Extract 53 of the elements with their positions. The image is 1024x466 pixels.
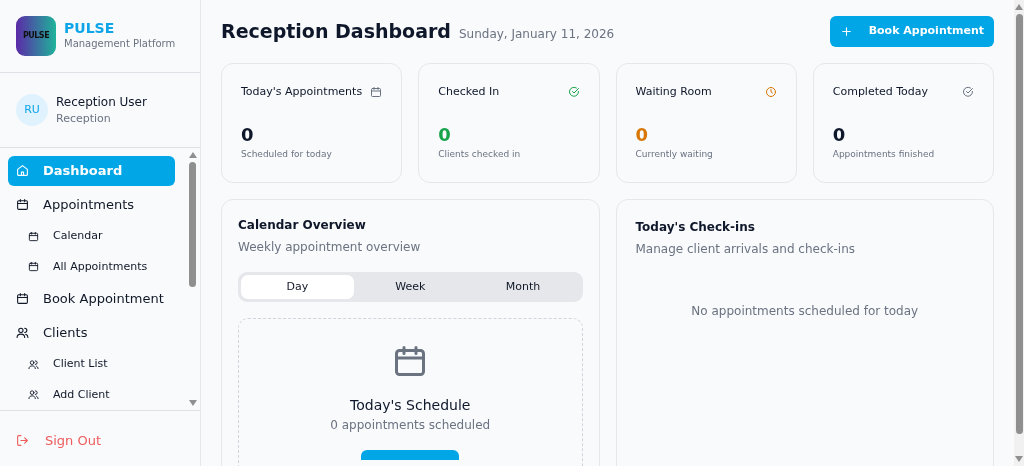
- nav-item[interactable]: Clients: [8, 317, 175, 348]
- view-tab[interactable]: Week: [353, 274, 467, 299]
- stat-title: Today's Appointments: [241, 83, 363, 100]
- stat-caption: Scheduled for today: [241, 148, 333, 161]
- calendar-icon: [16, 197, 29, 211]
- user-role: Reception: [56, 110, 112, 127]
- logo: PULSE: [16, 16, 56, 56]
- stat-value: 0: [832, 126, 847, 144]
- card-subtitle: Weekly appointment overview: [238, 238, 422, 256]
- card-title: Calendar Overview: [238, 216, 367, 234]
- stat-value: 0: [635, 126, 650, 144]
- stat-value: 0: [241, 126, 255, 144]
- users-icon: [16, 325, 29, 339]
- user-avatar: RU: [16, 94, 48, 127]
- card-subtitle: Manage client arrivals and check-ins: [635, 240, 856, 258]
- stat-value: 0: [438, 126, 452, 144]
- user-name: Reception User: [56, 93, 147, 111]
- users-icon: [28, 358, 39, 370]
- check-circle-icon: [567, 85, 580, 98]
- date-text: Sunday, January 11, 2026: [458, 25, 615, 43]
- calendar-icon: [28, 261, 39, 273]
- nav-item[interactable]: Client List: [8, 351, 175, 378]
- check-circle-icon: [962, 85, 974, 98]
- calendar-icon: [28, 230, 39, 242]
- view-tab[interactable]: Day: [241, 274, 354, 299]
- nav-item[interactable]: Calendar: [8, 223, 175, 250]
- nav-item[interactable]: Appointments: [8, 189, 175, 220]
- view-tab[interactable]: Month: [466, 274, 580, 299]
- schedule-count: 0 appointments scheduled: [330, 417, 491, 434]
- brand-name: PULSE: [64, 20, 116, 37]
- page-title: Reception Dashboard: [221, 19, 451, 43]
- card-title: Today's Check-ins: [635, 218, 756, 236]
- stat-caption: Clients checked in: [438, 148, 522, 161]
- calendar-icon: [16, 292, 29, 306]
- nav-item[interactable]: All Appointments: [8, 253, 175, 281]
- users-icon: [28, 389, 39, 401]
- stat-title: Checked In: [438, 83, 500, 100]
- schedule-title: Today's Schedule: [350, 396, 471, 415]
- calendar-icon: [370, 85, 383, 98]
- clock-icon: [764, 85, 777, 98]
- stat-caption: Currently waiting: [635, 148, 714, 161]
- nav-item[interactable]: Add Client: [8, 381, 175, 409]
- home-icon: [16, 164, 29, 178]
- stat-title: Completed Today: [832, 83, 929, 100]
- plus-icon: [839, 24, 853, 38]
- empty-message: No appointments scheduled for today: [690, 302, 920, 320]
- stat-caption: Appointments finished: [832, 148, 936, 161]
- brand-tagline: Management Platform: [64, 37, 176, 52]
- stat-title: Waiting Room: [635, 83, 712, 100]
- sign-out-icon: [16, 433, 29, 447]
- page-scrollbar[interactable]: [1014, 0, 1024, 466]
- nav-item[interactable]: Book Appointment: [8, 284, 175, 314]
- schedule-button[interactable]: [361, 450, 460, 460]
